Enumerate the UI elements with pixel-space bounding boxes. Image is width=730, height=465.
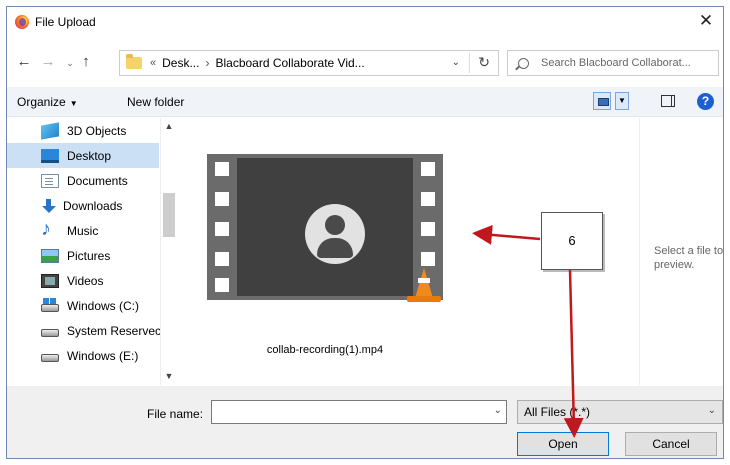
cone-base xyxy=(407,296,441,302)
sidebar-item-label: Pictures xyxy=(67,248,111,263)
film-hole xyxy=(421,222,435,236)
sidebar-scroll-up-icon[interactable]: ▲ xyxy=(163,121,175,131)
sidebar-item-windows-e[interactable]: Windows (E:) xyxy=(7,343,159,368)
file-name-dropdown-icon[interactable]: ⌄ xyxy=(494,405,502,416)
file-type-select[interactable]: All Files (*.*) ⌄ xyxy=(517,400,723,424)
sidebar-item-label: Videos xyxy=(67,273,104,288)
file-type-value: All Files (*.*) xyxy=(524,405,591,419)
open-button[interactable]: Open xyxy=(517,432,609,456)
downloads-icon xyxy=(41,198,56,213)
sidebar-item-music[interactable]: Music xyxy=(7,218,159,243)
film-hole xyxy=(421,192,435,206)
preview-pane-icon[interactable] xyxy=(661,95,675,107)
film-hole xyxy=(215,162,229,176)
close-icon[interactable]: ✕ xyxy=(695,11,717,31)
sidebar-item-desktop[interactable]: Desktop xyxy=(7,143,159,168)
desktop-icon xyxy=(41,148,59,163)
preview-message: Select a file to preview. xyxy=(654,245,724,271)
breadcrumb-separator-icon[interactable]: › xyxy=(205,56,209,70)
new-folder-button[interactable]: New folder xyxy=(127,95,184,109)
folder-icon xyxy=(126,54,142,69)
documents-icon xyxy=(41,173,59,188)
file-item[interactable]: collab-recording(1).mp4 xyxy=(207,154,443,356)
cone-stripe xyxy=(418,278,430,283)
sidebar-item-system-reserved[interactable]: System Reservec xyxy=(7,318,161,343)
drive-icon xyxy=(41,328,59,337)
film-hole xyxy=(215,192,229,206)
navigation-row: ← → ⌄ ↑ « Desk... › Blacboard Collaborat… xyxy=(7,47,723,79)
drive-windows-icon xyxy=(41,297,59,312)
breadcrumb-overflow-icon[interactable]: « xyxy=(150,57,156,69)
search-placeholder: Search Blacboard Collaborat... xyxy=(541,57,691,69)
sidebar-item-videos[interactable]: Videos xyxy=(7,268,159,293)
organize-label: Organize xyxy=(17,95,66,109)
sidebar-item-windows-c[interactable]: Windows (C:) xyxy=(7,293,159,318)
sidebar-item-label: Documents xyxy=(67,173,128,188)
command-toolbar: Organize ▼ New folder ▼ ? xyxy=(7,87,723,117)
user-avatar-icon xyxy=(305,204,365,264)
vlc-cone-icon xyxy=(407,268,441,304)
sidebar-item-documents[interactable]: Documents xyxy=(7,168,159,193)
film-hole xyxy=(215,278,229,292)
help-icon[interactable]: ? xyxy=(697,93,714,110)
firefox-icon xyxy=(15,15,29,29)
search-input[interactable]: Search Blacboard Collaborat... xyxy=(507,50,719,76)
sidebar-item-label: System Reservec xyxy=(67,323,161,338)
breadcrumb-current-folder[interactable]: Blacboard Collaborate Vid... xyxy=(215,56,364,70)
address-divider xyxy=(469,53,470,73)
change-view-icon[interactable] xyxy=(593,92,611,110)
file-name-label: collab-recording(1).mp4 xyxy=(266,344,384,356)
sidebar-item-label: Music xyxy=(67,223,99,238)
pictures-icon xyxy=(41,248,59,263)
film-hole xyxy=(215,252,229,266)
refresh-icon[interactable]: ↻ xyxy=(478,54,490,71)
file-type-dropdown-icon: ⌄ xyxy=(707,405,716,416)
file-upload-dialog: File Upload ✕ ← → ⌄ ↑ « Desk... › Blacbo… xyxy=(6,6,724,459)
preview-pane: Select a file to preview. xyxy=(639,118,724,385)
sidebar-item-pictures[interactable]: Pictures xyxy=(7,243,159,268)
sidebar-item-downloads[interactable]: Downloads xyxy=(7,193,159,218)
sidebar-scrollbar-thumb[interactable] xyxy=(163,193,175,237)
breadcrumb-desktop[interactable]: Desk... xyxy=(162,56,199,70)
sidebar-item-label: Desktop xyxy=(67,148,112,163)
caret-down-icon: ▼ xyxy=(69,99,78,108)
back-arrow-icon[interactable]: ← xyxy=(15,53,33,70)
sidebar-item-label: Downloads xyxy=(63,198,123,213)
sidebar-item-label: Windows (C:) xyxy=(67,298,140,313)
cone-shape xyxy=(415,268,433,298)
music-icon xyxy=(41,218,59,241)
step-callout-box: 6 xyxy=(541,212,603,270)
sidebar-item-label: 3D Objects xyxy=(67,123,127,138)
view-options-dropdown-icon[interactable]: ▼ xyxy=(615,92,629,110)
cube-3d-icon xyxy=(41,121,59,140)
forward-arrow-icon[interactable]: → xyxy=(39,53,57,70)
address-dropdown-icon[interactable]: ⌄ xyxy=(452,57,460,68)
sidebar-item-label: Windows (E:) xyxy=(67,348,139,363)
file-name-field-label: File name: xyxy=(147,407,204,421)
window-title: File Upload xyxy=(35,15,96,29)
file-name-field[interactable]: ⌄ xyxy=(211,400,507,424)
organize-button[interactable]: Organize ▼ xyxy=(17,95,78,109)
film-hole xyxy=(421,252,435,266)
film-hole xyxy=(215,222,229,236)
dialog-footer: File name: ⌄ All Files (*.*) ⌄ Open Canc… xyxy=(7,386,723,458)
up-arrow-icon[interactable]: ↑ xyxy=(77,53,95,70)
sidebar-scroll-down-icon[interactable]: ▼ xyxy=(163,371,175,381)
film-hole xyxy=(421,162,435,176)
navigation-pane: 3D Objects Desktop Documents Downloads M… xyxy=(7,118,161,385)
title-bar: File Upload ✕ xyxy=(7,7,723,37)
search-icon xyxy=(518,57,529,69)
drive-icon xyxy=(41,353,59,362)
address-bar[interactable]: « Desk... › Blacboard Collaborate Vid...… xyxy=(119,50,499,76)
sidebar-item-3d-objects[interactable]: 3D Objects xyxy=(7,118,159,143)
videos-icon xyxy=(41,273,59,288)
cancel-button[interactable]: Cancel xyxy=(625,432,717,456)
